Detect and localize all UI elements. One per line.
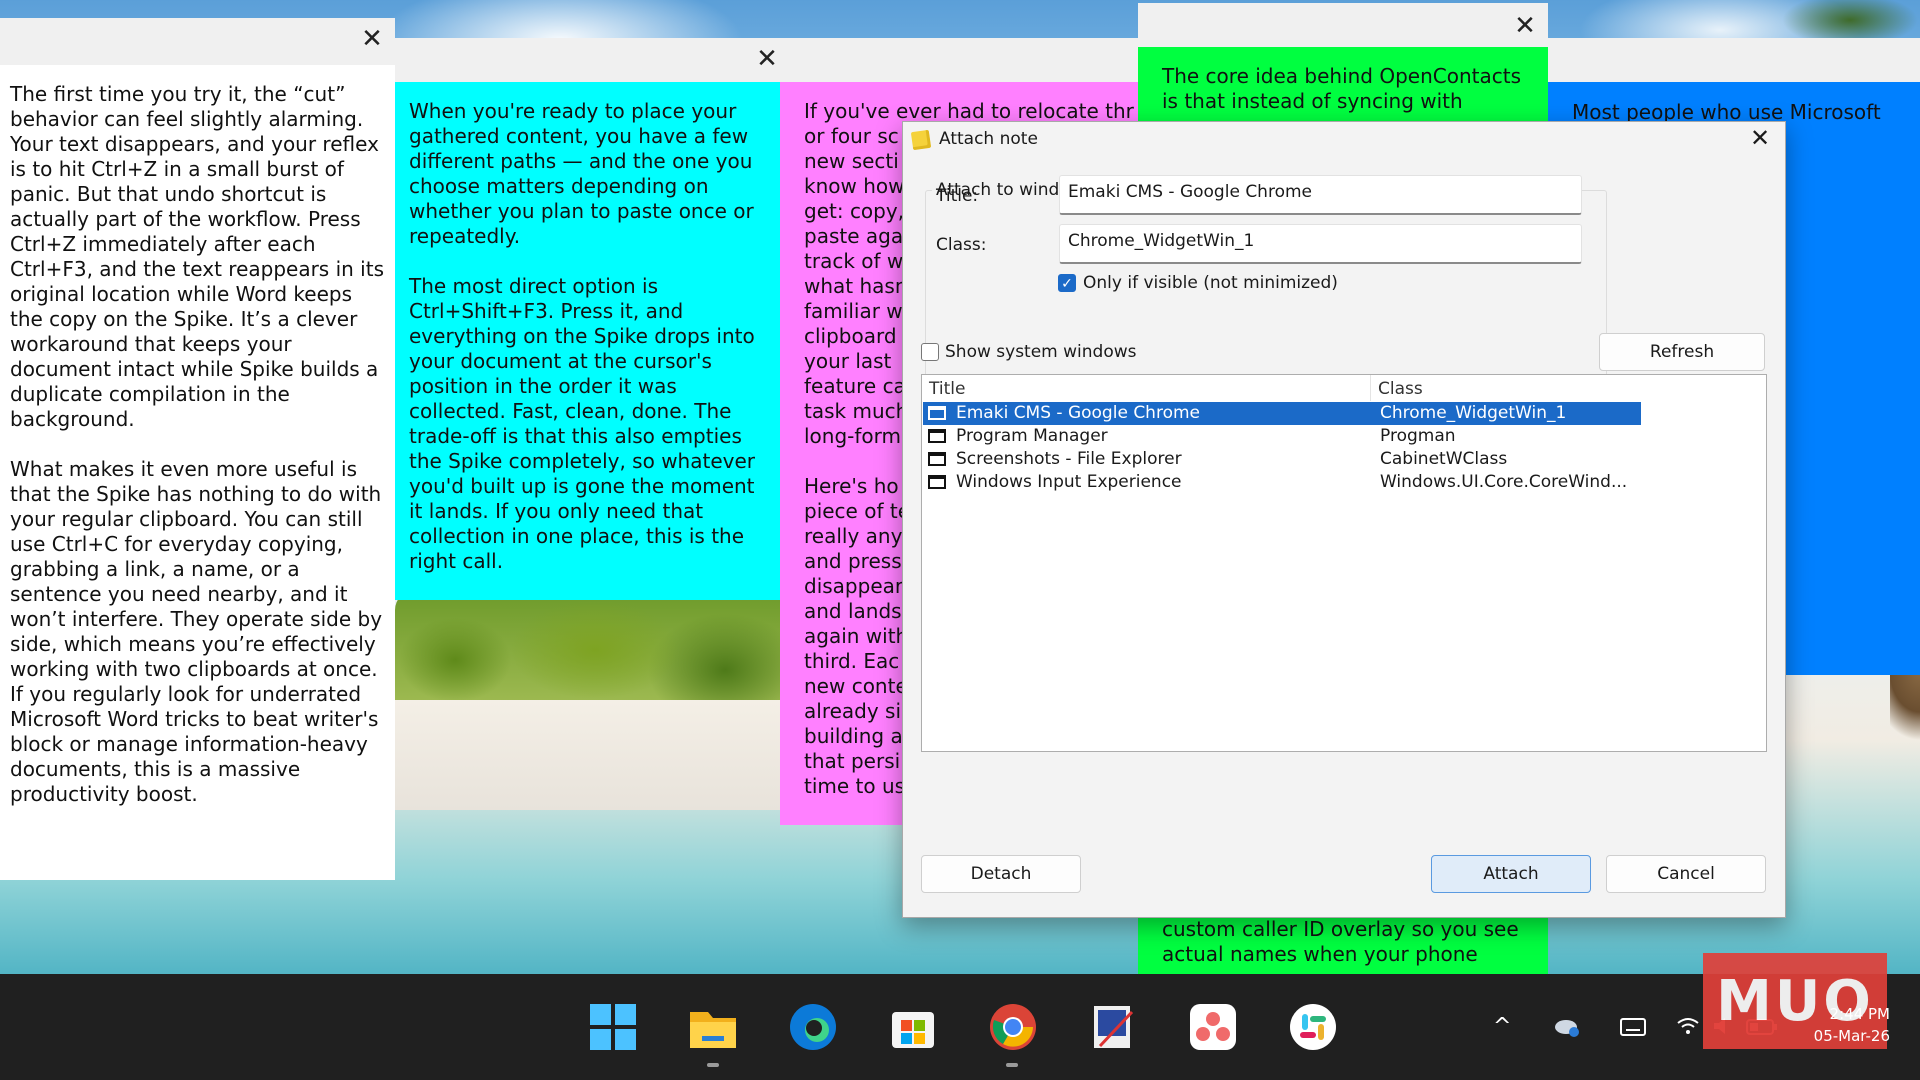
dialog-title: Attach note xyxy=(939,129,1038,149)
row-class: Windows.UI.Core.CoreWind... xyxy=(1380,472,1628,492)
note-text: The first time you try it, the “cut” beh… xyxy=(0,65,395,880)
window-list[interactable]: Title Class Emaki CMS - Google Chrome Ch… xyxy=(921,374,1767,752)
detach-button[interactable]: Detach xyxy=(921,855,1081,893)
close-icon[interactable]: ✕ xyxy=(754,46,780,72)
note-titlebar[interactable] xyxy=(1548,38,1920,82)
start-icon[interactable] xyxy=(588,1002,638,1052)
keyboard-icon[interactable] xyxy=(1620,1018,1646,1036)
running-indicator xyxy=(707,1063,719,1067)
class-field[interactable]: Chrome_WidgetWin_1 xyxy=(1059,224,1582,264)
only-visible-label[interactable]: Only if visible (not minimized) xyxy=(1083,273,1338,293)
running-indicator xyxy=(1006,1063,1018,1067)
list-row-screenshots[interactable]: Screenshots - File Explorer CabinetWClas… xyxy=(923,448,1641,471)
clock-time: 2:44 PM xyxy=(1829,1005,1890,1023)
clock[interactable]: 2:44 PM 05-Mar-26 xyxy=(1790,1003,1890,1047)
row-title: Screenshots - File Explorer xyxy=(956,449,1182,469)
note-titlebar[interactable] xyxy=(395,38,780,82)
note-titlebar[interactable] xyxy=(1138,3,1548,47)
class-label: Class: xyxy=(936,235,987,255)
window-icon xyxy=(928,429,946,443)
window-icon xyxy=(928,475,946,489)
close-icon[interactable]: ✕ xyxy=(1512,13,1538,39)
column-divider[interactable] xyxy=(1370,375,1371,401)
microsoft-store-icon[interactable] xyxy=(888,1002,938,1052)
clock-date: 05-Mar-26 xyxy=(1813,1027,1890,1045)
cancel-button[interactable]: Cancel xyxy=(1606,855,1766,893)
note-text-top: The core idea behind OpenContacts is tha… xyxy=(1138,47,1548,127)
list-row-windows-input[interactable]: Windows Input Experience Windows.UI.Core… xyxy=(923,471,1641,494)
slack-icon[interactable] xyxy=(1288,1002,1338,1052)
asana-icon[interactable] xyxy=(1188,1002,1238,1052)
title-label: Title: xyxy=(936,186,979,206)
list-row-emaki-cms[interactable]: Emaki CMS - Google Chrome Chrome_WidgetW… xyxy=(923,402,1641,425)
row-class: Chrome_WidgetWin_1 xyxy=(1380,403,1567,423)
chrome-icon[interactable] xyxy=(988,1002,1038,1052)
file-explorer-icon[interactable] xyxy=(688,1002,738,1052)
row-title: Program Manager xyxy=(956,426,1108,446)
window-icon xyxy=(928,452,946,466)
only-visible-checkbox[interactable]: ✓ xyxy=(1058,274,1076,292)
close-icon[interactable]: ✕ xyxy=(1745,124,1775,152)
wallpaper-sand xyxy=(395,700,785,810)
column-title[interactable]: Title xyxy=(929,379,965,399)
attach-note-dialog[interactable]: Attach note ✕ Attach to window Title: Em… xyxy=(902,121,1786,918)
title-field[interactable]: Emaki CMS - Google Chrome xyxy=(1059,175,1582,215)
note-titlebar[interactable] xyxy=(0,18,395,65)
sticky-note-icon xyxy=(910,129,932,151)
sticky-note-cyan[interactable]: ✕ When you're ready to place your gather… xyxy=(395,38,780,600)
paint-tool-icon[interactable] xyxy=(1088,1002,1138,1052)
row-title: Windows Input Experience xyxy=(956,472,1182,492)
close-icon[interactable]: ✕ xyxy=(359,26,385,52)
list-header: Title Class xyxy=(922,375,1766,401)
window-icon xyxy=(928,406,946,420)
show-system-label[interactable]: Show system windows xyxy=(945,342,1137,362)
tray-chevron-icon[interactable]: ^ xyxy=(1493,1014,1511,1039)
refresh-button[interactable]: Refresh xyxy=(1599,333,1765,371)
attach-button[interactable]: Attach xyxy=(1431,855,1591,893)
wifi-icon[interactable] xyxy=(1676,1015,1700,1037)
sticky-note-white[interactable]: ✕ The first time you try it, the “cut” b… xyxy=(0,18,395,880)
edge-icon[interactable] xyxy=(788,1002,838,1052)
show-system-checkbox[interactable] xyxy=(921,343,939,361)
onedrive-icon[interactable] xyxy=(1553,1016,1579,1038)
column-class[interactable]: Class xyxy=(1378,379,1423,399)
row-title: Emaki CMS - Google Chrome xyxy=(956,403,1200,423)
row-class: Progman xyxy=(1380,426,1456,446)
row-class: CabinetWClass xyxy=(1380,449,1508,469)
note-titlebar[interactable] xyxy=(780,38,1140,82)
list-row-program-manager[interactable]: Program Manager Progman xyxy=(923,425,1641,448)
note-text: When you're ready to place your gathered… xyxy=(395,82,780,600)
